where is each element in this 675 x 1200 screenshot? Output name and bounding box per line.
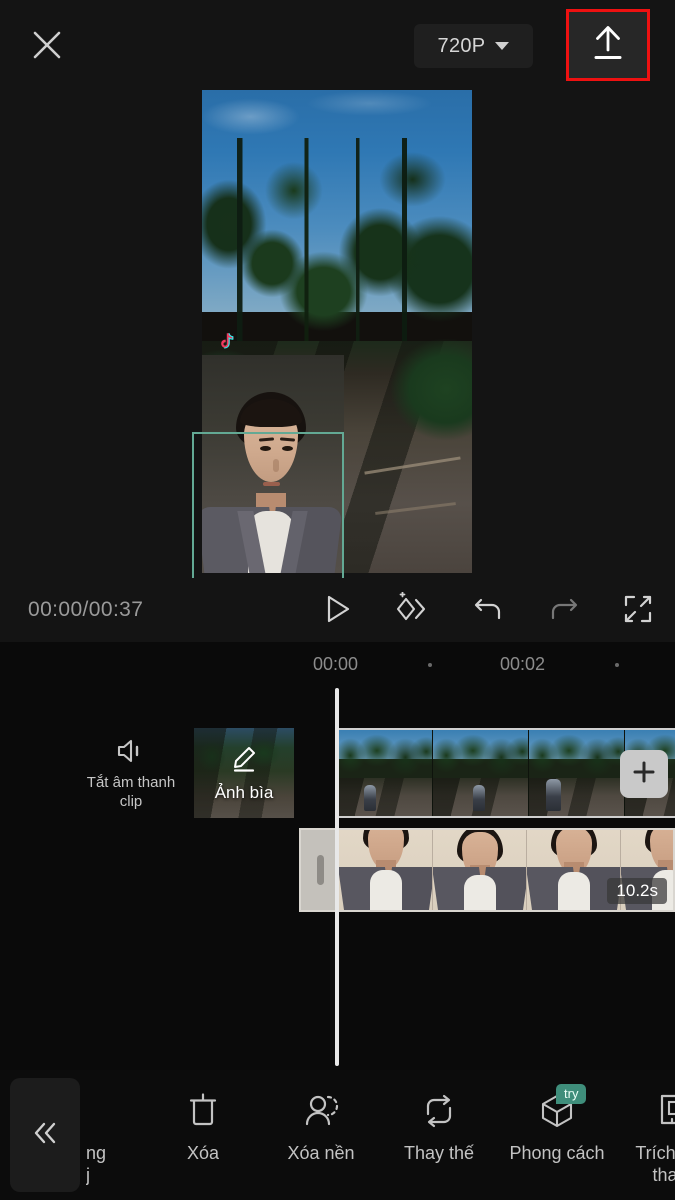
cover-image-button[interactable]: Ảnh bìa (194, 728, 294, 818)
chevron-down-icon (495, 42, 510, 50)
top-bar: 720P (0, 0, 675, 88)
mute-clip-audio-label: Tắt âm thanh clip (86, 774, 176, 810)
upload-export-icon (589, 23, 627, 68)
plus-icon (630, 758, 658, 791)
overlay-thumbnail (433, 830, 527, 910)
person-cutout-icon (302, 1092, 340, 1130)
tiktok-note-icon (219, 332, 235, 355)
preview-stage: TikTok (0, 88, 675, 660)
tool-item-replace[interactable]: Thay thế (380, 1070, 498, 1200)
add-keyframe-button[interactable] (390, 590, 434, 632)
replace-loop-icon (420, 1092, 458, 1130)
tool-label: Trích xuất thanh (635, 1143, 675, 1185)
cover-image-label: Ảnh bìa (214, 782, 274, 802)
overlay-mouth (263, 481, 281, 486)
person-overlay-layer[interactable] (202, 355, 344, 573)
playhead[interactable] (335, 688, 339, 1066)
clip-trim-handle-left[interactable] (301, 830, 339, 910)
overlay-eye-left (260, 445, 272, 451)
redo-arrow-icon (548, 594, 580, 629)
trim-grip-icon (316, 855, 324, 885)
overlay-thumbnail (339, 830, 433, 910)
clip-duration-badge: 10.2s (607, 878, 667, 904)
bottom-toolbar: ng j Xóa Xóa nền Thay thế try Phong cách… (0, 1070, 675, 1200)
video-thumbnail (529, 730, 625, 816)
keyframe-diamond-plus-icon (393, 591, 431, 631)
fullscreen-button[interactable] (616, 590, 660, 632)
tool-item-extract-audio[interactable]: Trích xuất thanh (616, 1070, 675, 1200)
extract-audio-icon (656, 1092, 675, 1130)
tool-item-remove-background[interactable]: Xóa nền (262, 1070, 380, 1200)
tool-label: Xóa (186, 1143, 220, 1163)
export-button[interactable] (566, 9, 650, 81)
tool-item-style[interactable]: try Phong cách (498, 1070, 616, 1200)
collapse-toolbar-button[interactable] (10, 1078, 80, 1192)
tool-label: Phong cách (509, 1143, 605, 1163)
timeline-panel[interactable]: 00:00 00:02 Tắt âm thanh clip Ảnh bìa 10… (0, 642, 675, 1070)
tool-item-delete[interactable]: Xóa (144, 1070, 262, 1200)
video-thumbnail (337, 730, 433, 816)
resolution-selector[interactable]: 720P (414, 24, 533, 68)
ruler-label-1: 00:02 (500, 654, 546, 674)
tool-item-clipped[interactable]: ng j (86, 1070, 144, 1200)
close-button[interactable] (22, 20, 72, 70)
video-editor-screen: 720P 00:00/00:37 00:00 00:02 Tắt âm than… (0, 0, 675, 1200)
timeline-ruler[interactable]: 00:00 00:02 (0, 642, 675, 686)
ruler-tick-dot-0 (428, 663, 432, 667)
double-chevron-left-icon (28, 1118, 62, 1153)
redo-button[interactable] (542, 590, 586, 632)
video-thumbnail (433, 730, 529, 816)
tool-label: ng j (86, 1143, 107, 1185)
tool-label: Xóa nền (287, 1143, 355, 1163)
expand-fullscreen-icon (623, 594, 653, 629)
overlay-nose (273, 458, 280, 472)
ruler-tick-dot-1 (615, 663, 619, 667)
ruler-label-0: 00:00 (313, 654, 359, 674)
undo-button[interactable] (466, 590, 510, 632)
overlay-eye-right (281, 445, 293, 451)
play-button[interactable] (316, 590, 360, 632)
undo-arrow-icon (472, 594, 504, 629)
add-clip-button[interactable] (620, 750, 668, 798)
play-triangle-icon (325, 594, 351, 629)
speaker-mute-icon (114, 732, 148, 770)
tool-list: ng j Xóa Xóa nền Thay thế try Phong cách… (86, 1070, 675, 1200)
overlay-clip[interactable]: 10.2s (299, 828, 675, 912)
tool-label: Thay thế (403, 1143, 475, 1163)
close-x-icon (30, 28, 64, 62)
preview-foliage-right (380, 273, 472, 525)
playback-controls-bar: 00:00/00:37 (0, 578, 675, 642)
video-preview[interactable]: TikTok (202, 90, 472, 573)
resolution-label: 720P (437, 34, 486, 57)
try-badge: try (556, 1084, 587, 1104)
mute-clip-audio-button[interactable]: Tắt âm thanh clip (76, 732, 186, 816)
pencil-edit-icon (229, 744, 259, 779)
trash-delete-icon (186, 1092, 220, 1130)
time-readout: 00:00/00:37 (28, 598, 144, 621)
